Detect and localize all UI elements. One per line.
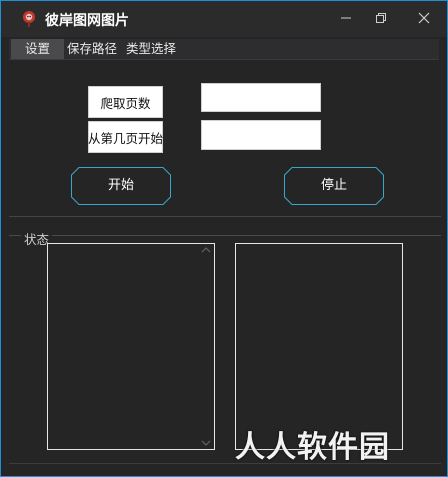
window-title: 彼岸图网图片	[45, 13, 129, 29]
menu-bar: 设置 保存路径 类型选择	[9, 39, 439, 60]
minimize-icon	[341, 17, 351, 19]
menu-item-save-path[interactable]: 保存路径	[63, 39, 121, 59]
status-log-right[interactable]	[235, 243, 403, 450]
menu-item-settings[interactable]: 设置	[11, 39, 64, 59]
start-button[interactable]: 开始	[71, 167, 171, 205]
start-page-label: 从第几页开始	[88, 121, 163, 153]
start-button-label: 开始	[107, 178, 134, 193]
restore-icon	[376, 13, 386, 23]
pages-label: 爬取页数	[88, 86, 163, 118]
scroll-up-icon[interactable]	[201, 247, 211, 253]
stop-button[interactable]: 停止	[284, 167, 384, 205]
title-bar[interactable]: 彼岸图网图片	[1, 1, 447, 37]
status-log-left[interactable]	[47, 243, 215, 450]
app-window: 彼岸图网图片 设置 保存路径 类型选择 爬取页数 从第几页开始 开始 停止 状态…	[0, 0, 448, 477]
close-icon	[418, 12, 430, 24]
minimize-button[interactable]	[331, 7, 361, 29]
menu-item-type-select[interactable]: 类型选择	[122, 39, 180, 59]
app-logo-icon	[23, 11, 35, 27]
pages-input[interactable]	[201, 83, 321, 112]
scroll-down-icon[interactable]	[201, 440, 211, 446]
section-divider	[9, 216, 441, 217]
close-button[interactable]	[409, 7, 439, 29]
restore-button[interactable]	[366, 7, 396, 29]
watermark-text: 人人软件园	[235, 430, 390, 465]
start-page-input[interactable]	[201, 120, 321, 150]
stop-button-label: 停止	[320, 178, 347, 193]
